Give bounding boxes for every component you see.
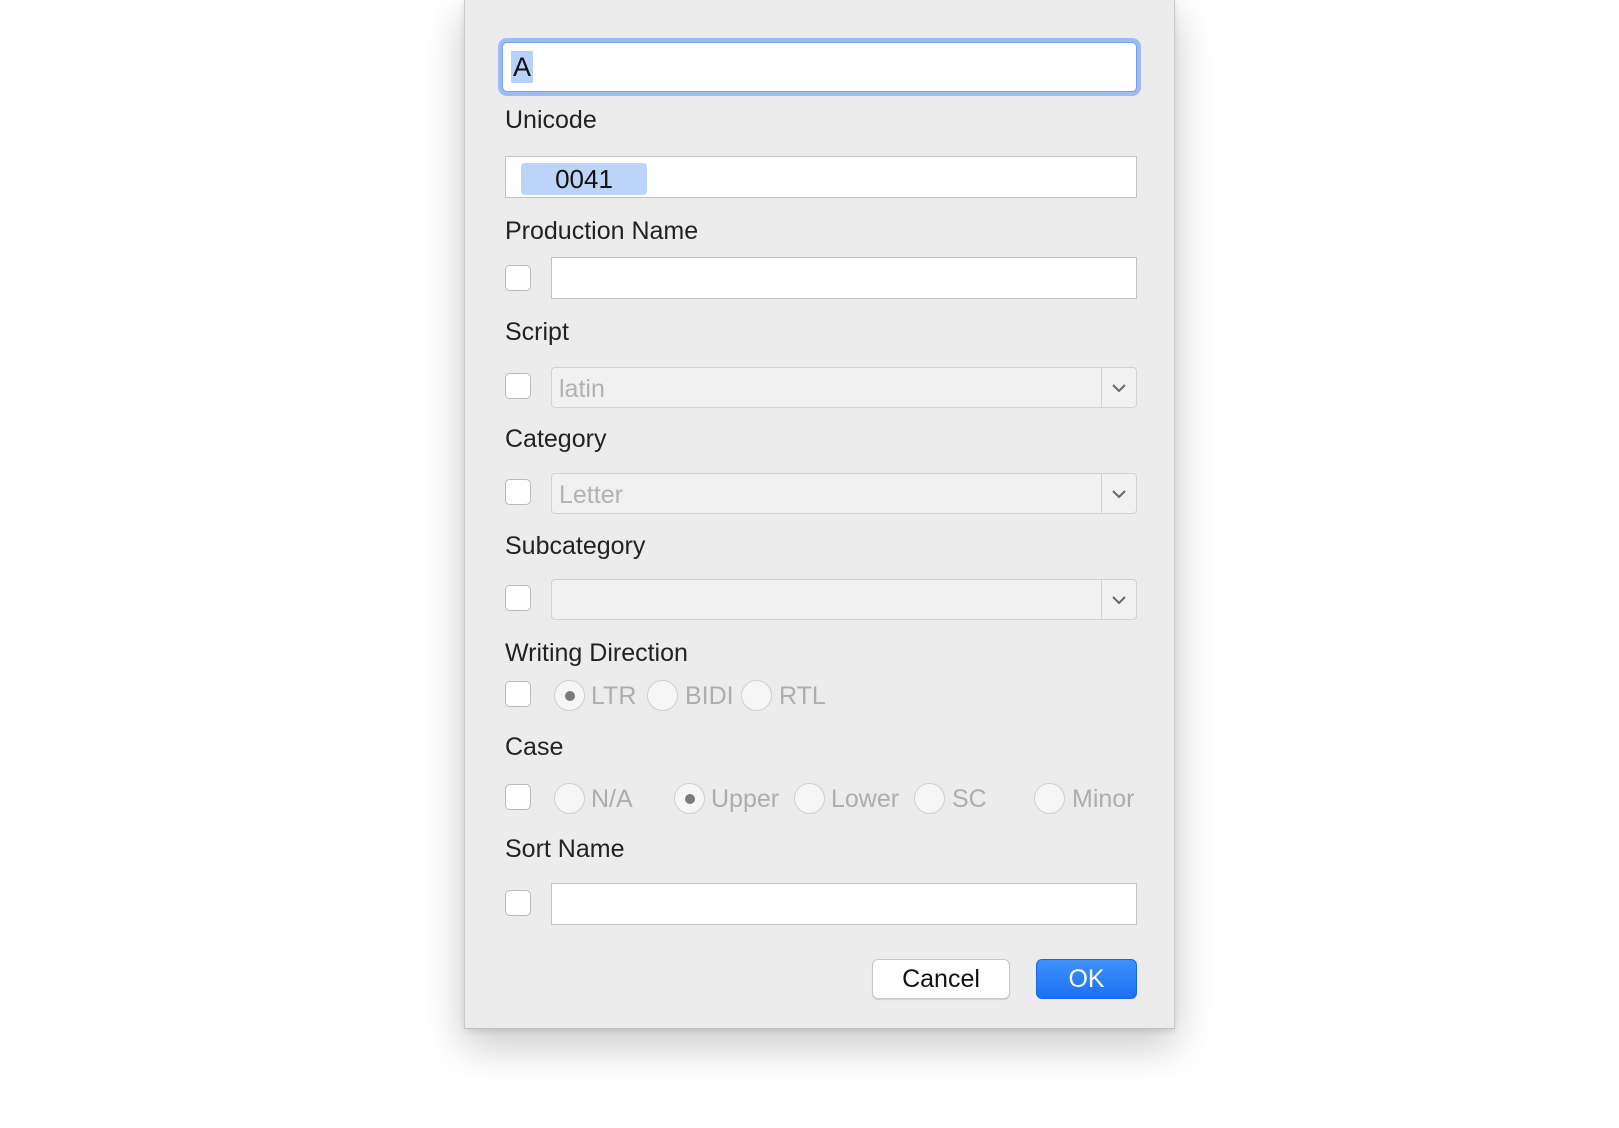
radio-ltr-label: LTR	[591, 682, 637, 710]
script-checkbox[interactable]	[505, 373, 531, 399]
glyph-name-field[interactable]: A	[502, 42, 1137, 92]
radio-sc-label: SC	[952, 785, 987, 813]
radio-ltr[interactable]	[554, 680, 585, 711]
radio-dot	[685, 794, 695, 804]
case-label: Case	[505, 733, 564, 761]
subcategory-checkbox[interactable]	[505, 585, 531, 611]
radio-bidi-label: BIDI	[685, 682, 734, 710]
radio-lower[interactable]	[794, 783, 825, 814]
glyph-name-value: A	[511, 51, 534, 83]
category-popup[interactable]: Letter	[551, 473, 1137, 514]
script-value: latin	[559, 375, 605, 403]
chevron-down-icon	[1101, 474, 1136, 513]
chevron-down-icon	[1101, 368, 1136, 407]
radio-na[interactable]	[554, 783, 585, 814]
ok-button[interactable]: OK	[1036, 959, 1137, 999]
sort-name-label: Sort Name	[505, 835, 625, 863]
radio-rtl[interactable]	[741, 680, 772, 711]
category-checkbox[interactable]	[505, 479, 531, 505]
radio-minor-label: Minor	[1072, 785, 1135, 813]
subcategory-popup[interactable]	[551, 579, 1137, 620]
glyph-info-dialog: A Unicode 0041 Production Name Script la…	[464, 0, 1175, 1029]
radio-lower-label: Lower	[831, 785, 900, 813]
cancel-button[interactable]: Cancel	[872, 959, 1010, 999]
unicode-label: Unicode	[505, 106, 597, 134]
category-label: Category	[505, 425, 607, 453]
category-value: Letter	[559, 481, 623, 509]
radio-dot	[565, 691, 575, 701]
production-name-label: Production Name	[505, 217, 699, 245]
unicode-token[interactable]: 0041	[521, 163, 647, 195]
script-label: Script	[505, 318, 569, 346]
case-checkbox[interactable]	[505, 784, 531, 810]
writing-direction-label: Writing Direction	[505, 639, 688, 667]
production-name-checkbox[interactable]	[505, 265, 531, 291]
unicode-field[interactable]: 0041	[505, 156, 1137, 198]
radio-na-label: N/A	[591, 785, 633, 813]
writing-direction-checkbox[interactable]	[505, 681, 531, 707]
radio-bidi[interactable]	[647, 680, 678, 711]
radio-upper[interactable]	[674, 783, 705, 814]
radio-sc[interactable]	[914, 783, 945, 814]
sort-name-checkbox[interactable]	[505, 890, 531, 916]
sort-name-field[interactable]	[551, 883, 1137, 925]
subcategory-label: Subcategory	[505, 532, 646, 560]
radio-rtl-label: RTL	[779, 682, 826, 710]
script-popup[interactable]: latin	[551, 367, 1137, 408]
chevron-down-icon	[1101, 580, 1136, 619]
radio-upper-label: Upper	[711, 785, 780, 813]
production-name-field[interactable]	[551, 257, 1137, 299]
radio-minor[interactable]	[1034, 783, 1065, 814]
